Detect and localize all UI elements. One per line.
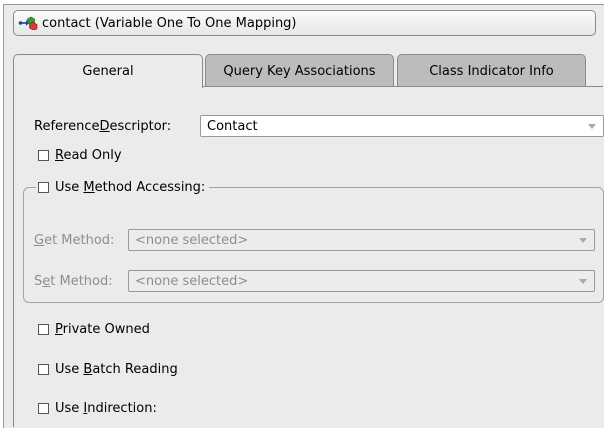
mapping-title-bar: contact (Variable One To One Mapping) (13, 10, 596, 36)
set-method-value: <none selected> (135, 273, 249, 289)
tab-class-indicator-info-label: Class Indicator Info (429, 63, 554, 79)
chevron-down-icon[interactable] (579, 238, 587, 243)
private-owned-checkbox[interactable]: Private Owned (38, 320, 150, 338)
use-indirection-label: Use Indirection: (55, 400, 157, 416)
checkbox-box[interactable] (38, 323, 49, 335)
use-batch-reading-label: Use Batch Reading (55, 361, 178, 377)
mapping-title: contact (Variable One To One Mapping) (42, 15, 297, 31)
tab-general-label: General (82, 64, 134, 79)
get-method-dropdown[interactable]: <none selected> (128, 229, 595, 251)
tab-class-indicator-info[interactable]: Class Indicator Info (397, 54, 586, 87)
checkbox-box[interactable] (38, 363, 49, 375)
reference-descriptor-value: Contact (207, 118, 258, 134)
checkbox-box[interactable] (38, 149, 49, 161)
get-method-value: <none selected> (135, 232, 249, 248)
chevron-down-icon[interactable] (588, 124, 596, 129)
read-only-label: Read Only (55, 147, 122, 163)
private-owned-label: Private Owned (55, 321, 150, 337)
reference-descriptor-dropdown[interactable]: Contact (200, 115, 604, 137)
tab-query-key-associations[interactable]: Query Key Associations (205, 54, 394, 87)
use-batch-reading-checkbox[interactable]: Use Batch Reading (38, 360, 178, 378)
checkbox-box[interactable] (38, 402, 49, 414)
variable-one-to-one-mapping-icon (18, 16, 38, 30)
chevron-down-icon[interactable] (579, 279, 587, 284)
set-method-label: Set Method: (34, 273, 113, 289)
set-method-dropdown[interactable]: <none selected> (128, 270, 595, 292)
use-method-accessing-checkbox[interactable]: Use Method Accessing: (36, 177, 210, 197)
use-method-accessing-label: Use Method Accessing: (55, 179, 206, 195)
checkbox-box[interactable] (38, 181, 49, 193)
use-indirection-checkbox[interactable]: Use Indirection: (38, 399, 157, 417)
get-method-label: Get Method: (34, 232, 115, 248)
tab-query-key-associations-label: Query Key Associations (223, 63, 376, 79)
read-only-checkbox[interactable]: Read Only (38, 146, 122, 164)
reference-descriptor-label: Reference Descriptor: (34, 118, 172, 134)
tab-general[interactable]: General (13, 54, 203, 88)
